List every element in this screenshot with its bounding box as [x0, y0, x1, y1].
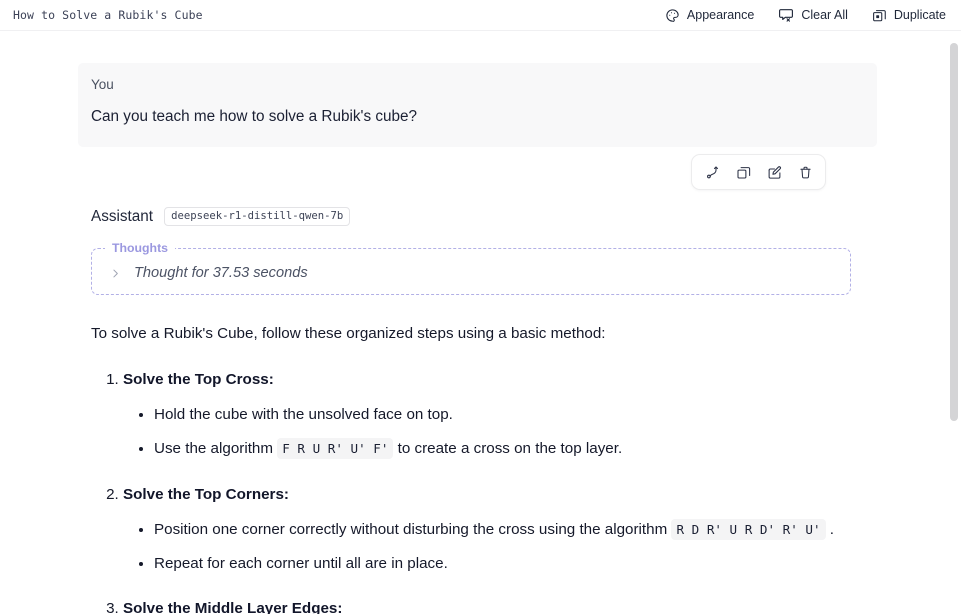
branch-button[interactable]	[699, 160, 725, 184]
assistant-answer: To solve a Rubik's Cube, follow these or…	[91, 323, 877, 614]
chevron-right-icon	[109, 268, 122, 279]
trash-icon	[798, 165, 813, 180]
edit-message-button[interactable]	[761, 160, 787, 184]
user-role-label: You	[91, 77, 114, 92]
user-message: You Can you teach me how to solve a Rubi…	[78, 63, 877, 148]
answer-step-bullets: Hold the cube with the unsolved face on …	[123, 403, 877, 462]
titlebar-actions: Appearance Clear All Duplicate	[664, 5, 961, 25]
answer-step: Solve the Middle Layer Edges:	[123, 600, 877, 614]
copy-icon	[872, 8, 887, 23]
model-badge: deepseek-r1-distill-qwen-7b	[164, 207, 351, 226]
assistant-header: Assistant deepseek-r1-distill-qwen-7b	[91, 207, 877, 226]
duplicate-button[interactable]: Duplicate	[871, 6, 947, 25]
scrollbar-track[interactable]	[946, 31, 961, 614]
conversation-scroll-area[interactable]: You Can you teach me how to solve a Rubi…	[0, 31, 961, 614]
answer-step: Solve the Top Cross: Hold the cube with t…	[123, 371, 877, 462]
answer-intro: To solve a Rubik's Cube, follow these or…	[91, 325, 606, 342]
inline-code: F R U R' U' F'	[277, 438, 394, 460]
answer-step-title: Solve the Top Cross:	[123, 371, 274, 389]
appearance-label: Appearance	[686, 8, 755, 22]
branch-icon	[705, 165, 720, 180]
list-item: Use the algorithm F R U R' U' F' to crea…	[154, 437, 877, 461]
conversation-content: You Can you teach me how to solve a Rubi…	[0, 63, 929, 614]
list-item: Repeat for each corner until all are in …	[154, 552, 877, 576]
user-message-text: Can you teach me how to solve a Rubik's …	[91, 108, 418, 125]
copy-icon	[736, 165, 751, 180]
message-actions-toolbar	[691, 154, 826, 191]
list-item: Hold the cube with the unsolved face on …	[154, 403, 877, 427]
thoughts-toggle[interactable]: Thought for 37.53 seconds	[92, 259, 850, 281]
appearance-button[interactable]: Appearance	[664, 6, 755, 25]
answer-step-title: Solve the Top Corners:	[123, 485, 289, 503]
message-actions-row	[0, 154, 826, 191]
answer-steps: Solve the Top Cross: Hold the cube with t…	[91, 371, 877, 614]
thoughts-summary: Thought for 37.53 seconds	[134, 265, 308, 281]
inline-code: R D R' U R D' R' U'	[671, 518, 826, 540]
scrollbar-thumb[interactable]	[950, 43, 958, 421]
palette-icon	[665, 8, 680, 23]
thoughts-legend: Thoughts	[112, 241, 169, 255]
clear-all-label: Clear All	[801, 8, 848, 22]
list-item: Position one corner correctly without di…	[154, 518, 877, 542]
thoughts-panel[interactable]: Thoughts Thought for 37.53 seconds	[91, 241, 851, 295]
copy-message-button[interactable]	[730, 160, 756, 184]
edit-icon	[767, 165, 782, 180]
assistant-message: Assistant deepseek-r1-distill-qwen-7b Th…	[91, 207, 877, 614]
clear-all-button[interactable]: Clear All	[777, 5, 849, 25]
message-x-icon	[778, 7, 794, 23]
delete-message-button[interactable]	[792, 160, 818, 184]
titlebar: How to Solve a Rubik's Cube Appearance C…	[0, 0, 961, 31]
answer-step-bullets: Position one corner correctly without di…	[123, 518, 877, 577]
answer-step-title: Solve the Middle Layer Edges:	[123, 600, 343, 614]
duplicate-label: Duplicate	[893, 8, 946, 22]
answer-step: Solve the Top Corners: Position one corne…	[123, 486, 877, 577]
assistant-role-label: Assistant	[91, 207, 154, 225]
page-title: How to Solve a Rubik's Cube	[13, 8, 203, 22]
